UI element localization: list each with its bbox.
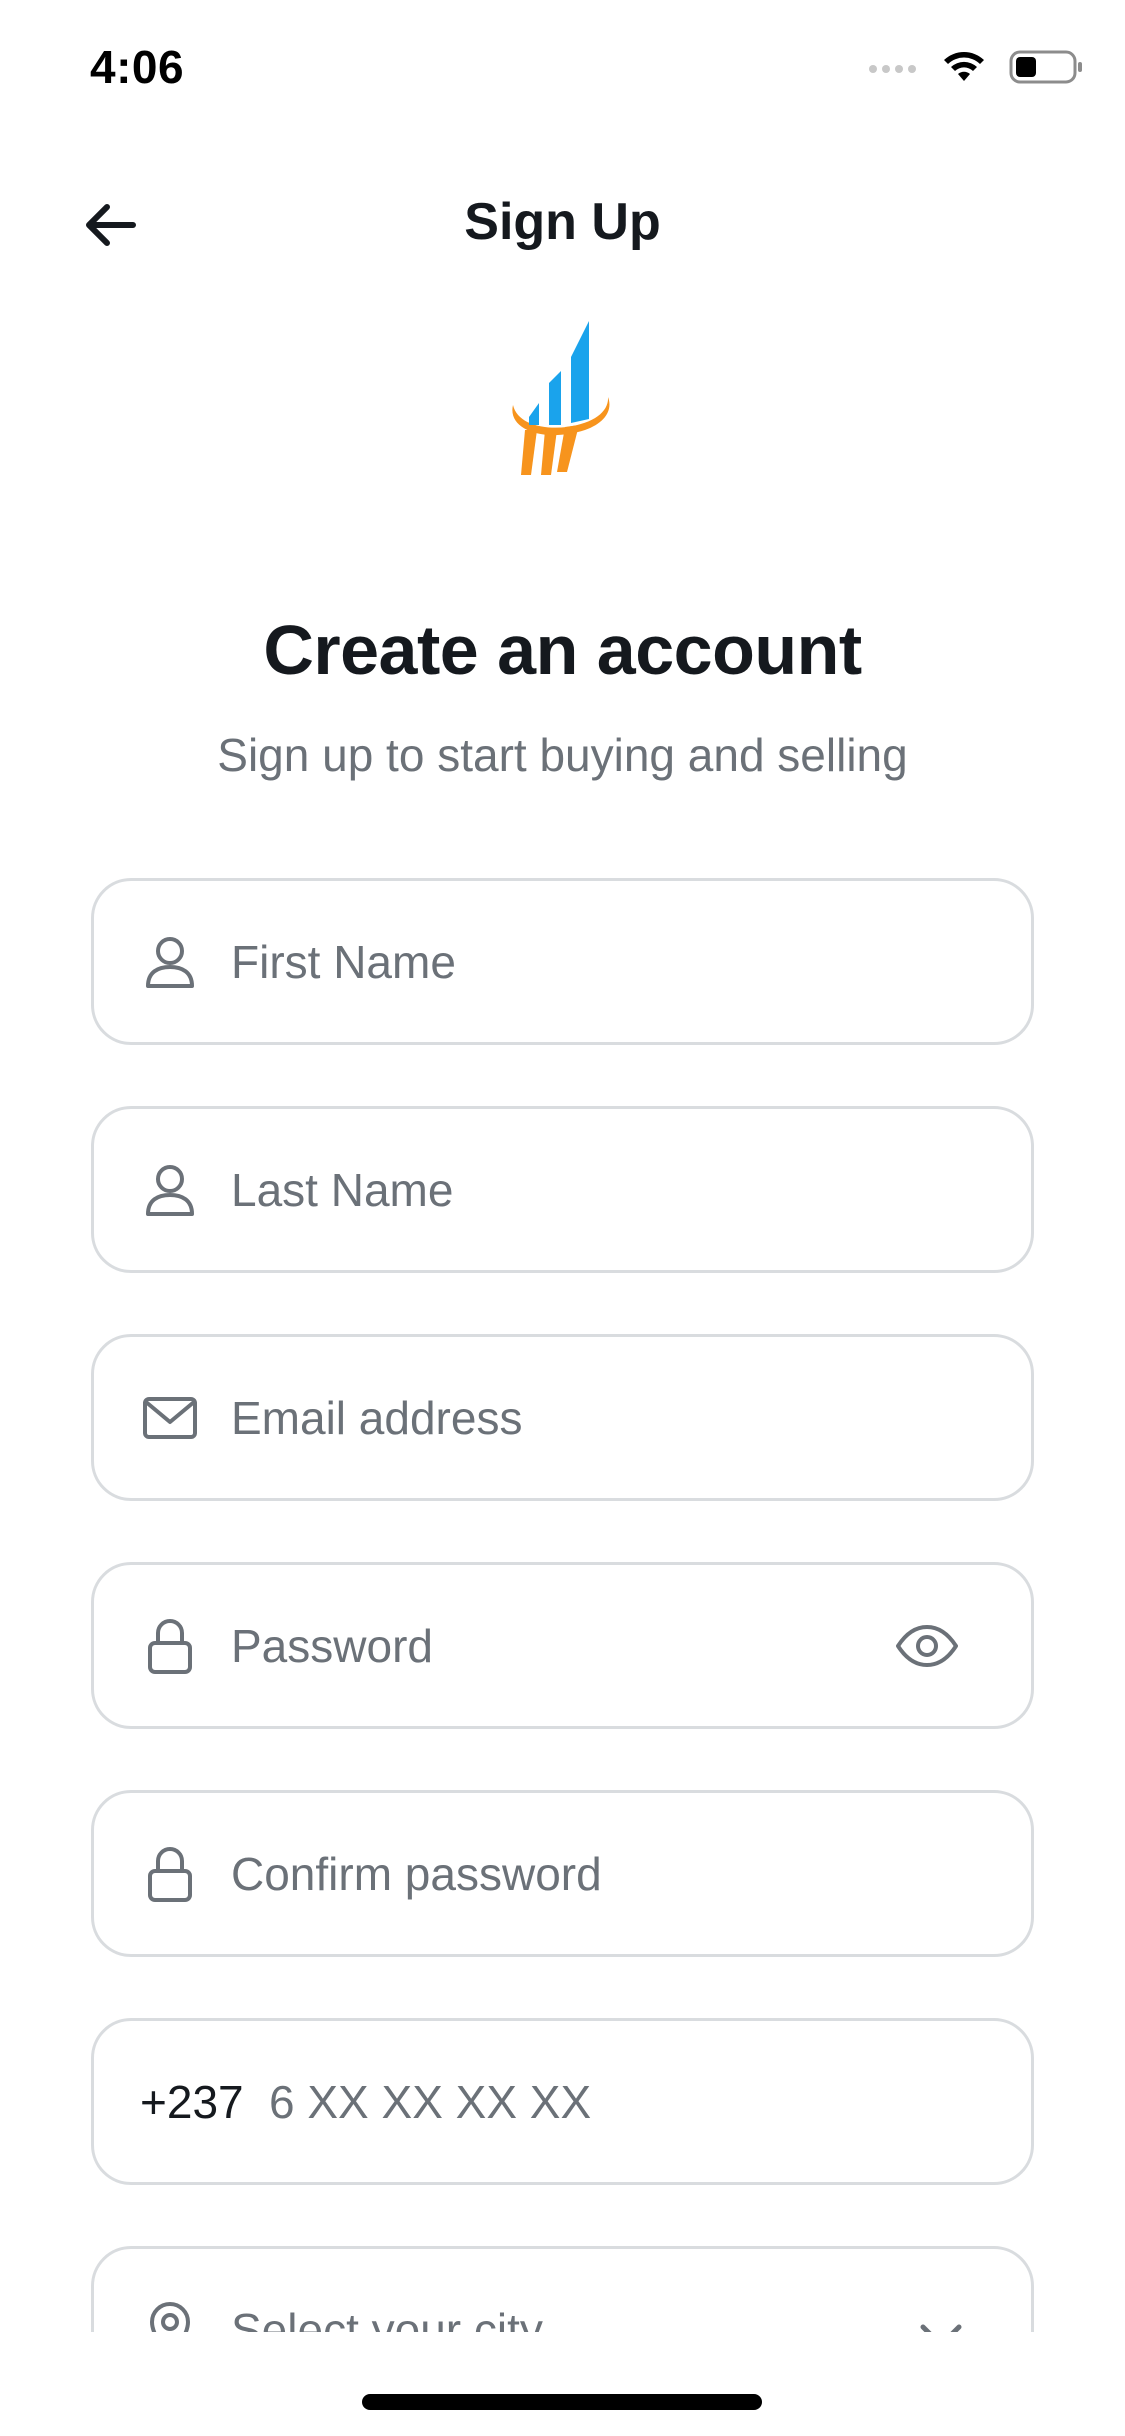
city-placeholder: Select your city: [231, 2303, 543, 2333]
first-name-field[interactable]: First Name: [91, 878, 1034, 1045]
confirm-password-field[interactable]: Confirm password: [91, 1790, 1034, 1957]
phone-field[interactable]: +237 6 XX XX XX XX: [91, 2018, 1034, 2185]
city-select[interactable]: Select your city: [91, 2246, 1034, 2332]
eye-icon[interactable]: [895, 1624, 959, 1668]
nav-bar: Sign Up: [0, 170, 1125, 280]
password-field[interactable]: Password: [91, 1562, 1034, 1729]
password-placeholder: Password: [231, 1619, 433, 1672]
page-title: Create an account: [263, 611, 862, 689]
wifi-icon: [941, 50, 987, 89]
confirm-password-placeholder: Confirm password: [231, 1847, 602, 1900]
location-pin-icon: [142, 2300, 198, 2332]
page-subtitle: Sign up to start buying and selling: [217, 729, 908, 781]
email-placeholder: Email address: [231, 1391, 523, 1444]
user-icon: [142, 932, 198, 992]
email-field[interactable]: Email address: [91, 1334, 1034, 1501]
mail-icon: [142, 1388, 198, 1448]
last-name-placeholder: Last Name: [231, 1163, 454, 1216]
lock-icon: [142, 1844, 198, 1904]
user-icon: [142, 1160, 198, 1220]
last-name-field[interactable]: Last Name: [91, 1106, 1034, 1273]
chevron-down-icon: [919, 2321, 963, 2332]
cellular-icon: [867, 60, 919, 79]
app-logo: [505, 315, 620, 485]
status-icons: [867, 50, 1083, 89]
status-bar: 4:06: [0, 0, 1125, 140]
status-time: 4:06: [90, 41, 185, 93]
home-indicator[interactable]: [362, 2394, 762, 2410]
phone-country-code: +237: [140, 2075, 244, 2128]
battery-icon: [1009, 50, 1083, 89]
lock-icon: [142, 1616, 198, 1676]
phone-placeholder: 6 XX XX XX XX: [269, 2075, 592, 2128]
first-name-placeholder: First Name: [231, 935, 456, 988]
screen-content: 4:06 Sign Up Create an account Sign up t…: [0, 0, 1125, 2332]
nav-title: Sign Up: [464, 193, 661, 251]
